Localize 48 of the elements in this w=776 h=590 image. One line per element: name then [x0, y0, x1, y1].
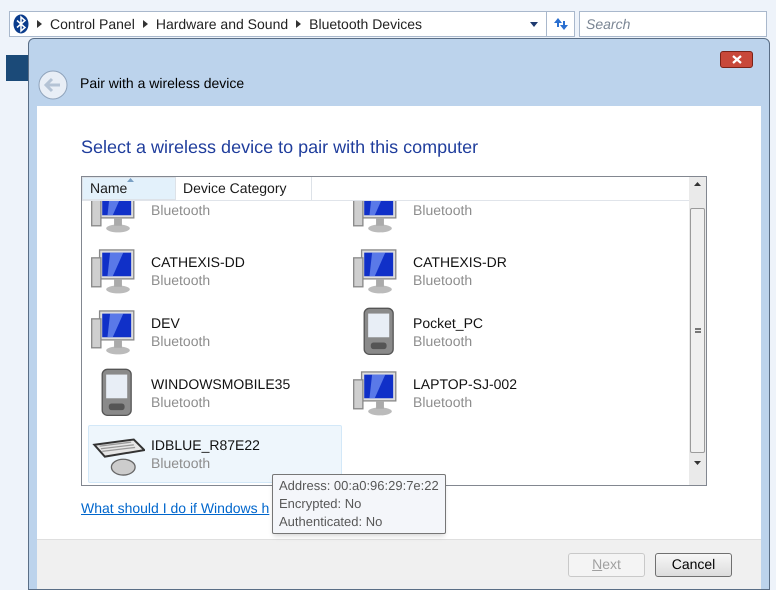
toolbar-strip: [6, 55, 28, 81]
device-category: Bluetooth: [151, 271, 212, 289]
tooltip-line: Authenticated: No: [279, 513, 384, 531]
device-category: Bluetooth: [413, 271, 474, 289]
help-link[interactable]: What should I do if Windows h: [81, 498, 270, 519]
breadcrumb-item[interactable]: Control Panel: [50, 14, 135, 34]
device-item[interactable]: Pocket_PC Bluetooth: [350, 303, 604, 361]
device-category: Bluetooth: [151, 454, 212, 472]
chevron-icon: [296, 20, 302, 28]
device-item[interactable]: WINDOWSMOBILE35 Bluetooth: [88, 364, 342, 422]
close-icon: [732, 55, 742, 64]
scroll-up-icon[interactable]: [694, 182, 701, 186]
chevron-icon: [37, 20, 42, 28]
device-category: Bluetooth: [413, 332, 474, 350]
dialog-title: Pair with a wireless device: [80, 74, 244, 93]
device-item[interactable]: CATHEXIS-DD Bluetooth: [88, 242, 342, 300]
sort-arrow-icon: [127, 178, 134, 182]
device-name: IDBLUE_R87E22: [151, 436, 260, 454]
refresh-icon[interactable]: [552, 16, 570, 32]
device-item[interactable]: LAPTOP-SJ-002 Bluetooth: [350, 364, 604, 422]
device-item[interactable]: DEV Bluetooth: [88, 303, 342, 361]
device-category: Bluetooth: [151, 201, 210, 219]
device-name: CATHEXIS-DD: [151, 253, 245, 271]
device-category: Bluetooth: [413, 393, 474, 411]
device-item[interactable]: CATHEXIS-DR Bluetooth: [350, 242, 604, 300]
dialog-heading: Select a wireless device to pair with this computer: [81, 136, 480, 159]
bluetooth-icon: [13, 14, 29, 34]
dialog-button[interactable]: Cancel: [655, 552, 732, 576]
search-field[interactable]: Search: [579, 11, 767, 37]
device-name: Pocket_PC: [413, 314, 484, 332]
breadcrumb-item[interactable]: Bluetooth Devices: [309, 14, 422, 34]
close-button[interactable]: [720, 51, 753, 68]
device-name: LAPTOP-SJ-002: [413, 375, 518, 393]
scroll-thumb[interactable]: [690, 208, 705, 453]
device-category: Bluetooth: [151, 332, 210, 350]
dropdown-arrow-icon[interactable]: [530, 22, 538, 26]
chevron-icon: [142, 20, 148, 28]
device-category: Bluetooth: [413, 201, 472, 219]
device-name: DEV: [151, 314, 181, 332]
device-name: CATHEXIS-DR: [413, 253, 507, 271]
column-header[interactable]: Name: [82, 177, 176, 200]
device-name: WINDOWSMOBILE35: [151, 375, 290, 393]
scroll-down-icon[interactable]: [694, 461, 701, 465]
tooltip-line: Encrypted: No: [279, 495, 362, 513]
device-category: Bluetooth: [151, 393, 212, 411]
breadcrumb-item[interactable]: Hardware and Sound: [156, 14, 288, 34]
scrollbar[interactable]: [689, 177, 706, 485]
column-header[interactable]: Device Category: [176, 177, 312, 200]
